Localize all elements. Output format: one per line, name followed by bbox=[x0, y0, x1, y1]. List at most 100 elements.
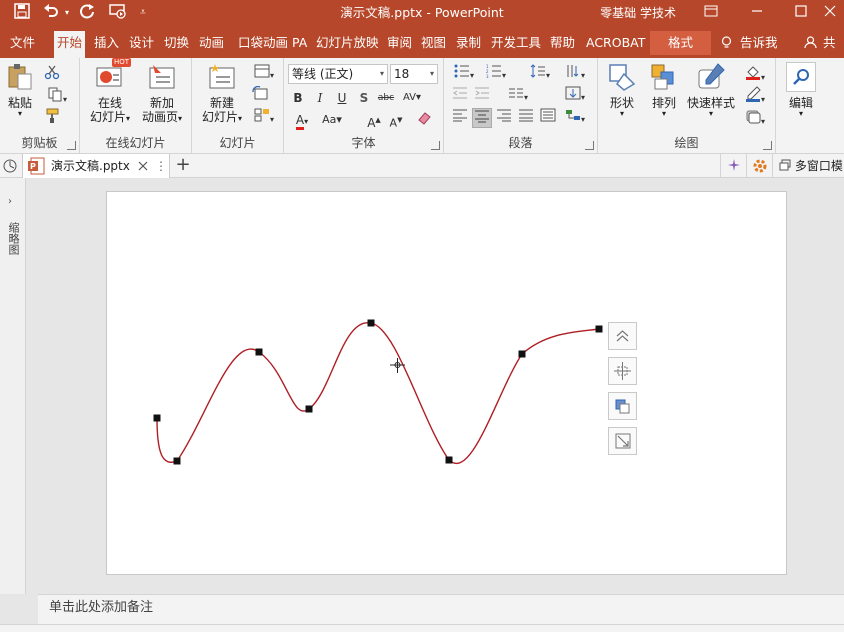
font-launcher-icon[interactable] bbox=[431, 141, 440, 150]
notes-pane[interactable]: 单击此处添加备注 bbox=[38, 594, 844, 624]
curve-vertex[interactable] bbox=[518, 350, 526, 358]
slide-canvas[interactable] bbox=[106, 191, 787, 575]
doc-tab[interactable]: P 演示文稿.pptx ⋮ bbox=[22, 154, 170, 178]
tab-record[interactable]: 录制 bbox=[456, 31, 481, 55]
tab-file[interactable]: 文件 bbox=[10, 31, 35, 55]
italic-button[interactable]: I bbox=[310, 88, 330, 108]
close-tab-icon[interactable] bbox=[137, 158, 151, 174]
curve-path[interactable] bbox=[156, 322, 600, 464]
tab-review[interactable]: 审阅 bbox=[387, 31, 412, 55]
drawing-launcher-icon[interactable] bbox=[763, 141, 772, 150]
justify-icon[interactable] bbox=[516, 108, 536, 128]
curve-vertex[interactable] bbox=[445, 456, 453, 464]
tab-help[interactable]: 帮助 bbox=[550, 31, 575, 55]
decrease-indent-icon[interactable] bbox=[450, 86, 470, 106]
freeform-curve-shape[interactable] bbox=[107, 192, 788, 576]
cut-icon[interactable] bbox=[42, 64, 62, 84]
tab-insert[interactable]: 插入 bbox=[94, 31, 119, 55]
thumbnail-pane[interactable]: › 缩略图 bbox=[0, 178, 26, 594]
tab-acrobat[interactable]: ACROBAT bbox=[586, 31, 645, 55]
clear-formatting-icon[interactable] bbox=[414, 110, 434, 130]
share-button[interactable]: 共享 bbox=[804, 31, 844, 74]
char-spacing-icon[interactable]: AV▾ bbox=[398, 88, 426, 108]
change-case-icon[interactable]: Aa▾ bbox=[318, 110, 346, 130]
tab-format[interactable]: 格式 bbox=[650, 31, 712, 55]
curve-vertex[interactable] bbox=[595, 325, 603, 333]
align-center-icon[interactable] bbox=[472, 108, 492, 128]
tab-pocket-animation[interactable]: 口袋动画 PA bbox=[238, 31, 307, 55]
customize-qat-icon[interactable]: ⩡ bbox=[136, 3, 150, 23]
bullets-icon[interactable]: ▾ bbox=[450, 64, 478, 84]
shape-outline-icon[interactable]: ▾ bbox=[740, 86, 770, 106]
bold-button[interactable]: B bbox=[288, 88, 308, 108]
distributed-icon[interactable] bbox=[538, 108, 558, 128]
font-name-select[interactable]: 等线 (正文) ▾ bbox=[288, 64, 388, 84]
tab-design[interactable]: 设计 bbox=[129, 31, 154, 55]
copy-icon[interactable]: ▾ bbox=[42, 86, 72, 106]
paste-dropdown-icon[interactable]: ▾ bbox=[4, 110, 36, 118]
shape-style-button[interactable] bbox=[608, 392, 637, 420]
tab-animations[interactable]: 动画 bbox=[199, 31, 224, 55]
format-painter-icon[interactable] bbox=[42, 108, 62, 128]
new-tab-icon[interactable]: + bbox=[174, 154, 192, 178]
strikethrough-button[interactable]: abc bbox=[376, 88, 396, 108]
grow-font-icon[interactable]: A▲ bbox=[364, 110, 384, 130]
clipboard-launcher-icon[interactable] bbox=[67, 141, 76, 150]
tab-developer[interactable]: 开发工具 bbox=[491, 31, 541, 55]
columns-icon[interactable]: ▾ bbox=[504, 86, 532, 106]
multi-window-button[interactable]: 多窗口模 bbox=[772, 154, 844, 178]
tab-home[interactable]: 开始 bbox=[54, 31, 86, 58]
save-icon[interactable] bbox=[10, 3, 34, 23]
tab-slideshow[interactable]: 幻灯片放映 bbox=[316, 31, 379, 55]
shrink-font-icon[interactable]: A▼ bbox=[386, 110, 406, 130]
curve-vertex[interactable] bbox=[173, 457, 181, 465]
curve-vertex[interactable] bbox=[255, 348, 263, 356]
shadow-button[interactable]: S bbox=[354, 88, 374, 108]
ribbon-display-options-icon[interactable] bbox=[688, 0, 734, 26]
expand-pane-icon[interactable]: › bbox=[8, 196, 12, 207]
shape-fill-icon[interactable]: ▾ bbox=[740, 64, 770, 84]
text-direction-icon[interactable]: ▾ bbox=[560, 64, 590, 84]
online-slides-button[interactable]: HOT 在线 幻灯片▾ bbox=[84, 58, 136, 126]
section-icon[interactable]: ▾ bbox=[250, 108, 278, 128]
underline-button[interactable]: U bbox=[332, 88, 352, 108]
resize-button[interactable] bbox=[608, 427, 637, 455]
slideshow-icon[interactable] bbox=[106, 3, 130, 23]
align-left-icon[interactable] bbox=[450, 108, 470, 128]
editing-button[interactable]: 编辑 ▾ bbox=[782, 62, 820, 118]
numbering-icon[interactable]: 1 2 3 ▾ bbox=[482, 64, 510, 84]
line-spacing-icon[interactable]: ▾ bbox=[526, 64, 554, 84]
layout-options-button[interactable] bbox=[608, 322, 637, 350]
tab-menu-icon[interactable]: ⋮ bbox=[155, 154, 167, 178]
curve-vertex[interactable] bbox=[305, 405, 313, 413]
tab-transitions[interactable]: 切换 bbox=[164, 31, 189, 55]
font-size-select[interactable]: 18 ▾ bbox=[390, 64, 438, 84]
arrange-button[interactable]: 排列 ▾ bbox=[644, 62, 684, 118]
tell-me-box[interactable]: 告诉我 bbox=[720, 31, 778, 55]
align-text-icon[interactable]: ▾ bbox=[560, 86, 590, 106]
user-name[interactable]: 零基础 学技术 bbox=[600, 0, 676, 26]
document-list-icon[interactable] bbox=[2, 158, 18, 174]
paste-button[interactable]: 粘贴 ▾ bbox=[4, 62, 36, 118]
smartart-icon[interactable]: ▾ bbox=[560, 108, 590, 128]
shape-effects-icon[interactable]: ▾ bbox=[740, 108, 770, 128]
align-right-icon[interactable] bbox=[494, 108, 514, 128]
paragraph-launcher-icon[interactable] bbox=[585, 141, 594, 150]
minimize-icon[interactable] bbox=[734, 0, 780, 26]
shape-button[interactable]: 形状 ▾ bbox=[602, 62, 642, 118]
new-animation-page-button[interactable]: 新加 动画页▾ bbox=[136, 62, 188, 126]
layout-icon[interactable]: ▾ bbox=[250, 64, 278, 84]
new-slide-button[interactable]: 新建 幻灯片▾ bbox=[196, 62, 248, 126]
tab-view[interactable]: 视图 bbox=[421, 31, 446, 55]
font-color-button[interactable]: A▾ bbox=[288, 110, 316, 130]
settings-icon[interactable] bbox=[746, 154, 772, 178]
magic-icon[interactable] bbox=[720, 154, 746, 178]
increase-indent-icon[interactable] bbox=[472, 86, 492, 106]
redo-icon[interactable] bbox=[76, 3, 98, 23]
align-objects-button[interactable] bbox=[608, 357, 637, 385]
undo-icon[interactable] bbox=[40, 3, 62, 23]
undo-dropdown-icon[interactable]: ▾ bbox=[62, 3, 72, 23]
curve-vertex[interactable] bbox=[153, 414, 161, 422]
curve-vertex[interactable] bbox=[367, 319, 375, 327]
close-icon[interactable] bbox=[816, 0, 844, 26]
